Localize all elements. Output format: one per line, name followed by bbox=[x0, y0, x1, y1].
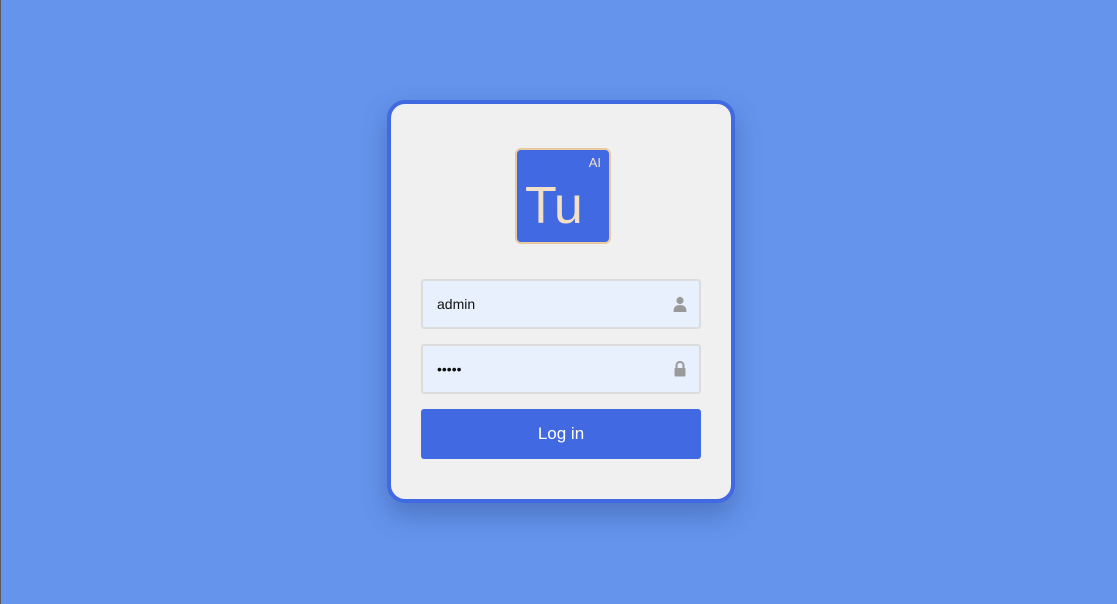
logo-main-text: Tu bbox=[525, 177, 583, 235]
app-logo: AI Tu bbox=[515, 148, 611, 244]
login-button[interactable]: Log in bbox=[421, 409, 701, 459]
user-icon bbox=[673, 296, 687, 312]
username-field[interactable] bbox=[421, 279, 701, 329]
logo-superscript: AI bbox=[588, 155, 601, 170]
password-input[interactable] bbox=[437, 359, 657, 379]
username-input[interactable] bbox=[437, 294, 657, 314]
password-field[interactable] bbox=[421, 344, 701, 394]
login-card: AI Tu Log in bbox=[387, 100, 735, 503]
lock-icon bbox=[674, 361, 686, 377]
window-left-edge bbox=[0, 0, 1, 604]
